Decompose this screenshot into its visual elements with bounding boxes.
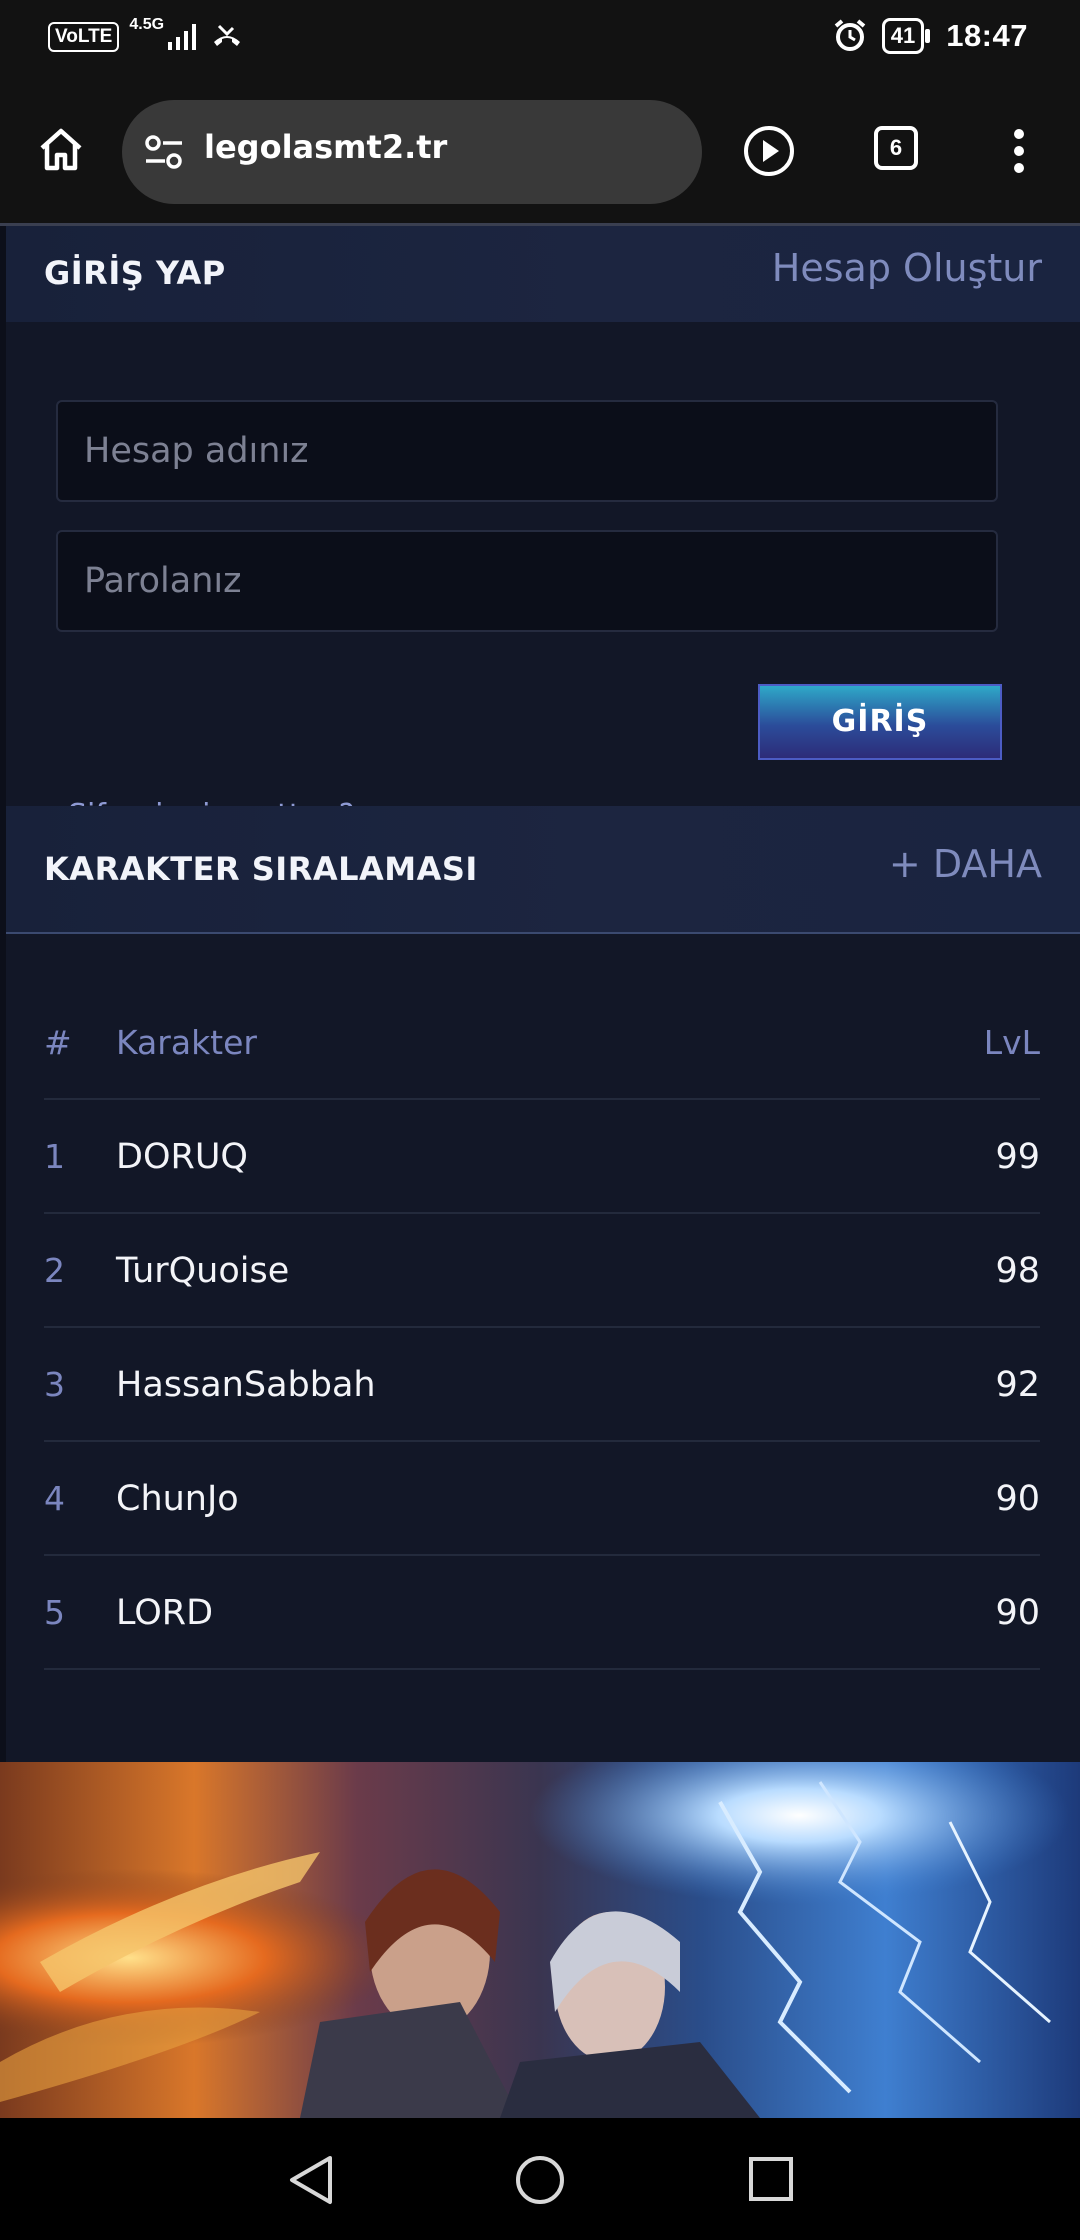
row-level: 90 <box>995 1479 1040 1519</box>
system-nav-bar <box>0 2118 1080 2240</box>
game-banner-image <box>0 1762 1080 2118</box>
row-character: DORUQ <box>116 1137 248 1177</box>
column-level: LvL <box>983 1023 1040 1062</box>
login-button[interactable]: GİRİŞ <box>758 684 1002 760</box>
password-field[interactable] <box>56 530 998 632</box>
alarm-icon <box>834 19 865 51</box>
username-field[interactable] <box>56 400 998 502</box>
back-icon[interactable] <box>286 2154 336 2206</box>
play-icon[interactable] <box>742 124 796 178</box>
row-rank: 5 <box>44 1593 65 1632</box>
table-row[interactable]: 5 LORD 90 <box>44 1556 1040 1670</box>
status-bar-left: VoLTE 4.5G <box>48 16 244 52</box>
row-level: 98 <box>995 1251 1040 1291</box>
row-level: 90 <box>995 1593 1040 1633</box>
row-character: LORD <box>116 1593 214 1633</box>
table-row[interactable]: 3 HassanSabbah 92 <box>44 1328 1040 1442</box>
row-character: TurQuoise <box>116 1251 290 1291</box>
page-content: GİRİŞ YAP Hesap Oluştur Şifreni mi unutt… <box>0 226 1080 1762</box>
home-circle-icon[interactable] <box>514 2154 566 2206</box>
battery-indicator: 41 <box>881 18 931 54</box>
table-header: # Karakter LvL <box>44 986 1040 1100</box>
login-title: GİRİŞ YAP <box>44 254 226 292</box>
tabs-button[interactable]: 6 <box>874 126 918 170</box>
table-row[interactable]: 1 DORUQ 99 <box>44 1100 1040 1214</box>
row-rank: 1 <box>44 1137 65 1176</box>
column-character: Karakter <box>116 1023 257 1062</box>
ranking-more-link[interactable]: + DAHA <box>889 842 1042 886</box>
site-settings-icon[interactable] <box>144 134 184 170</box>
browser-toolbar: legolasmt2.tr 6 <box>0 82 1080 226</box>
table-row[interactable]: 4 ChunJo 90 <box>44 1442 1040 1556</box>
create-account-link[interactable]: Hesap Oluştur <box>772 246 1042 290</box>
column-rank: # <box>44 1023 72 1062</box>
address-bar[interactable]: legolasmt2.tr <box>122 100 702 204</box>
missed-call-icon <box>214 24 241 46</box>
row-rank: 4 <box>44 1479 65 1518</box>
url-text[interactable]: legolasmt2.tr <box>204 128 447 166</box>
network-type: 4.5G <box>129 16 165 33</box>
ranking-table: # Karakter LvL 1 DORUQ 99 2 TurQuoise 98… <box>6 934 1080 1762</box>
signal-icon <box>168 24 197 50</box>
recent-apps-icon[interactable] <box>748 2156 794 2202</box>
volte-indicator: VoLTE <box>48 22 120 52</box>
row-level: 99 <box>995 1137 1040 1177</box>
ranking-title: KARAKTER SIRALAMASI <box>44 850 478 888</box>
home-icon[interactable] <box>36 124 86 174</box>
row-rank: 3 <box>44 1365 65 1404</box>
row-level: 92 <box>995 1365 1040 1405</box>
status-bar: VoLTE 4.5G 41 18:47 <box>0 0 1080 82</box>
row-rank: 2 <box>44 1251 65 1290</box>
ranking-header: KARAKTER SIRALAMASI + DAHA <box>6 806 1080 934</box>
table-row[interactable]: 2 TurQuoise 98 <box>44 1214 1040 1328</box>
row-character: HassanSabbah <box>116 1365 376 1405</box>
row-character: ChunJo <box>116 1479 239 1519</box>
more-menu-icon[interactable] <box>1008 126 1030 176</box>
status-bar-right: 41 18:47 <box>832 18 1028 54</box>
clock: 18:47 <box>946 18 1028 53</box>
login-header: GİRİŞ YAP Hesap Oluştur <box>6 226 1080 324</box>
